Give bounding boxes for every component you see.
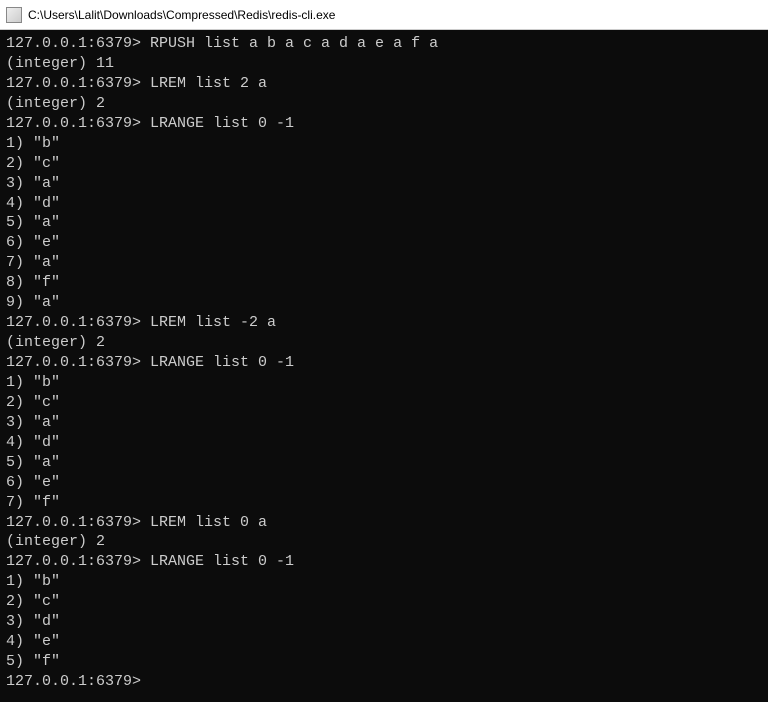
titlebar[interactable]: C:\Users\Lalit\Downloads\Compressed\Redi… bbox=[0, 0, 768, 30]
terminal-output-line: (integer) 2 bbox=[6, 532, 762, 552]
terminal-command-line: 127.0.0.1:6379> RPUSH list a b a c a d a… bbox=[6, 34, 762, 54]
terminal-window: C:\Users\Lalit\Downloads\Compressed\Redi… bbox=[0, 0, 768, 702]
terminal-output-line: 5) "a" bbox=[6, 453, 762, 473]
app-icon bbox=[6, 7, 22, 23]
terminal-output-line: 2) "c" bbox=[6, 154, 762, 174]
terminal-body[interactable]: 127.0.0.1:6379> RPUSH list a b a c a d a… bbox=[0, 30, 768, 702]
terminal-output-line: 4) "e" bbox=[6, 632, 762, 652]
terminal-output-line: (integer) 2 bbox=[6, 94, 762, 114]
terminal-output-line: 3) "d" bbox=[6, 612, 762, 632]
terminal-output-line: 7) "f" bbox=[6, 493, 762, 513]
terminal-command-line: 127.0.0.1:6379> LRANGE list 0 -1 bbox=[6, 353, 762, 373]
terminal-output-line: (integer) 11 bbox=[6, 54, 762, 74]
terminal-output-line: 6) "e" bbox=[6, 473, 762, 493]
terminal-command-line: 127.0.0.1:6379> bbox=[6, 672, 762, 692]
terminal-output-line: 6) "e" bbox=[6, 233, 762, 253]
terminal-output-line: 3) "a" bbox=[6, 413, 762, 433]
terminal-output-line: 5) "a" bbox=[6, 213, 762, 233]
terminal-output-line: 3) "a" bbox=[6, 174, 762, 194]
terminal-output-line: (integer) 2 bbox=[6, 333, 762, 353]
terminal-output-line: 1) "b" bbox=[6, 134, 762, 154]
terminal-command-line: 127.0.0.1:6379> LRANGE list 0 -1 bbox=[6, 552, 762, 572]
terminal-output-line: 2) "c" bbox=[6, 592, 762, 612]
terminal-output-line: 1) "b" bbox=[6, 373, 762, 393]
terminal-command-line: 127.0.0.1:6379> LRANGE list 0 -1 bbox=[6, 114, 762, 134]
titlebar-text: C:\Users\Lalit\Downloads\Compressed\Redi… bbox=[28, 8, 335, 22]
terminal-command-line: 127.0.0.1:6379> LREM list 2 a bbox=[6, 74, 762, 94]
terminal-command-line: 127.0.0.1:6379> LREM list 0 a bbox=[6, 513, 762, 533]
terminal-output-line: 4) "d" bbox=[6, 433, 762, 453]
terminal-output-line: 9) "a" bbox=[6, 293, 762, 313]
terminal-output-line: 8) "f" bbox=[6, 273, 762, 293]
terminal-output-line: 1) "b" bbox=[6, 572, 762, 592]
terminal-command-line: 127.0.0.1:6379> LREM list -2 a bbox=[6, 313, 762, 333]
terminal-output-line: 5) "f" bbox=[6, 652, 762, 672]
terminal-output-line: 7) "a" bbox=[6, 253, 762, 273]
terminal-output-line: 2) "c" bbox=[6, 393, 762, 413]
terminal-output-line: 4) "d" bbox=[6, 194, 762, 214]
